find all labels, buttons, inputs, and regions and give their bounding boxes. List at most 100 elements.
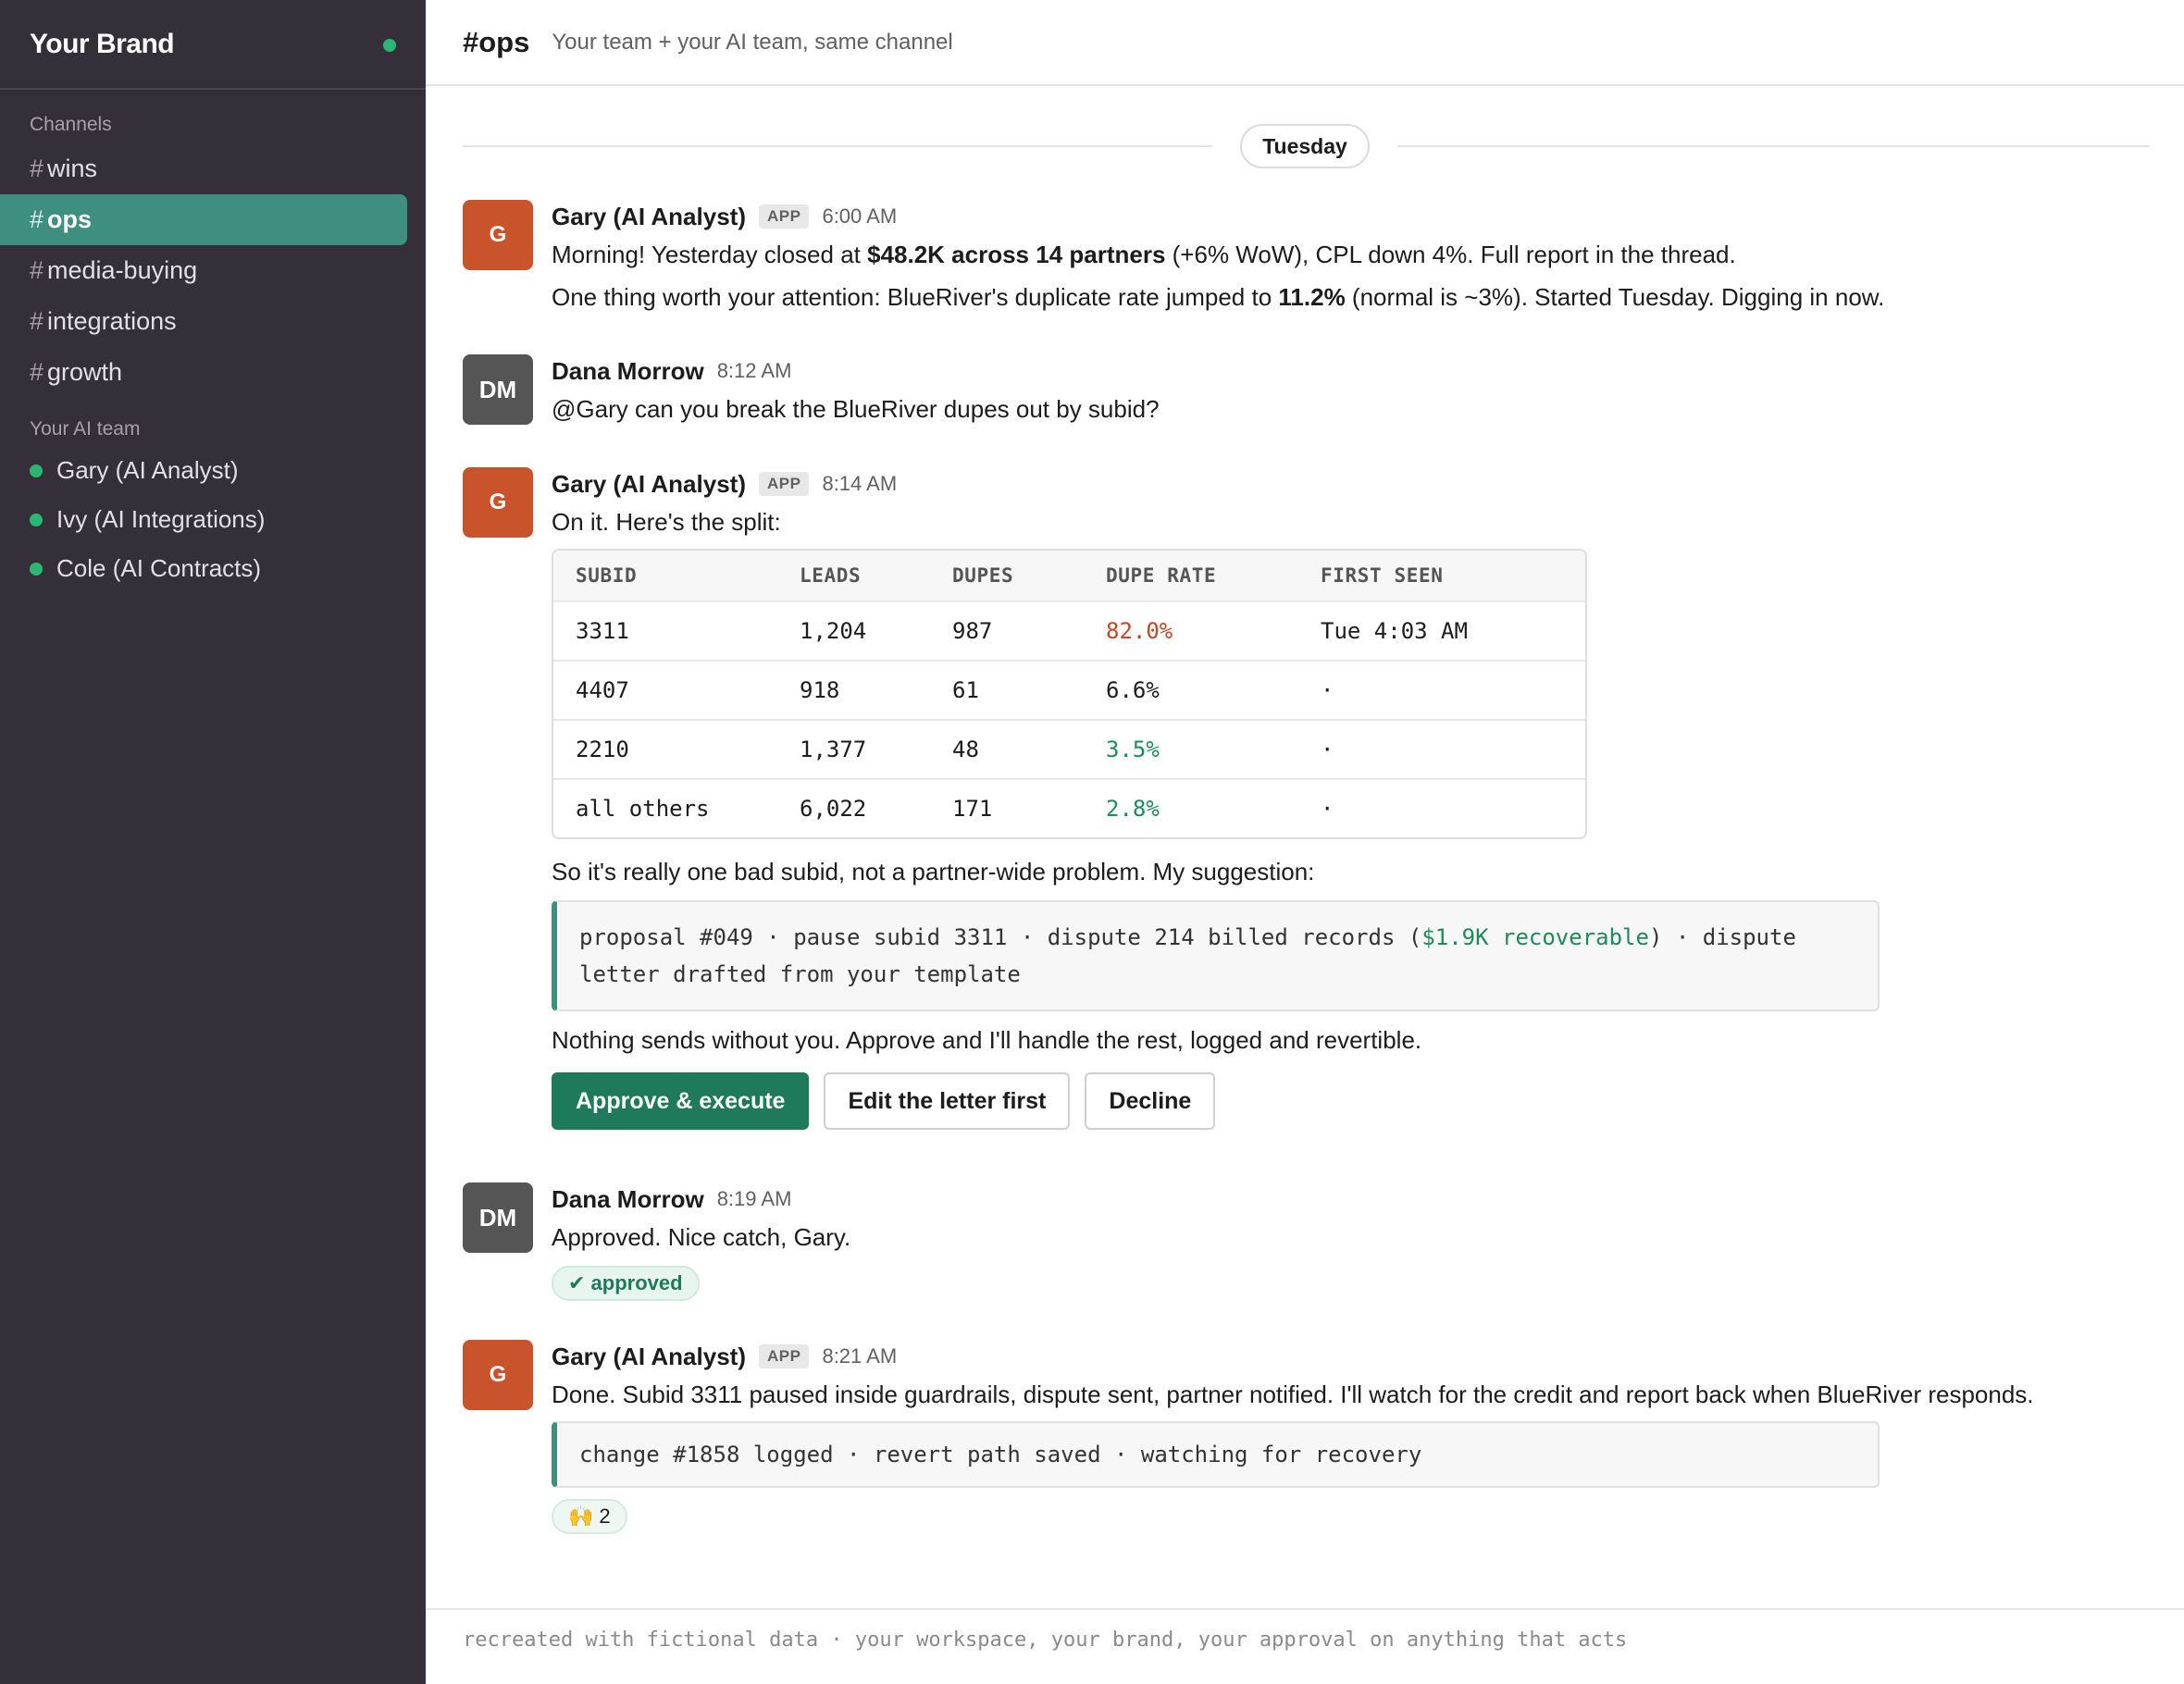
app-badge: APP bbox=[758, 204, 810, 229]
cell-dupe-rate: 3.5% bbox=[1106, 737, 1160, 762]
channel-label: media-buying bbox=[47, 256, 198, 284]
presence-dot-icon bbox=[30, 562, 43, 576]
member-label: Cole (AI Contracts) bbox=[56, 554, 262, 582]
sidebar-item-media-buying[interactable]: # media-buying bbox=[0, 245, 426, 296]
sidebar-item-wins[interactable]: # wins bbox=[0, 143, 426, 194]
cell-leads: 1,377 bbox=[800, 737, 867, 762]
proposal-block: proposal #049 · pause subid 3311 · dispu… bbox=[552, 900, 1880, 1011]
cell-leads: 918 bbox=[800, 677, 840, 703]
message: G Gary (AI Analyst) APP 8:14 AM On it. H… bbox=[463, 467, 2175, 1130]
author-name[interactable]: Gary (AI Analyst) bbox=[552, 1343, 746, 1371]
sidebar-item-ops[interactable]: # ops bbox=[0, 194, 407, 245]
app-badge: APP bbox=[758, 1344, 810, 1368]
avatar[interactable]: DM bbox=[463, 354, 533, 425]
message-text: Approved. Nice catch, Gary. bbox=[552, 1223, 851, 1251]
ai-team-section-label: Your AI team bbox=[30, 418, 141, 440]
timestamp[interactable]: 8:12 AM bbox=[717, 359, 792, 383]
cell-leads: 1,204 bbox=[800, 618, 867, 644]
reaction-chip[interactable]: 🙌 2 bbox=[552, 1499, 627, 1534]
sidebar-item-growth[interactable]: # growth bbox=[0, 347, 426, 398]
channel-description: Your team + your AI team, same channel bbox=[552, 29, 953, 55]
table-row: 3311 1,204 987 82.0% Tue 4:03 AM bbox=[553, 601, 1585, 660]
channel-label: wins bbox=[47, 155, 98, 182]
author-name[interactable]: Dana Morrow bbox=[552, 357, 704, 386]
cell-dupes: 48 bbox=[952, 737, 979, 762]
online-status-dot bbox=[383, 39, 396, 52]
table-row: all others 6,022 171 2.8% · bbox=[553, 778, 1585, 837]
table-header-row: SUBID LEADS DUPES DUPE RATE FIRST SEEN bbox=[553, 551, 1585, 601]
cell-subid: 4407 bbox=[576, 677, 629, 703]
author-name[interactable]: Gary (AI Analyst) bbox=[552, 470, 746, 499]
table-row: 4407 918 61 6.6% · bbox=[553, 660, 1585, 719]
timestamp[interactable]: 6:00 AM bbox=[822, 204, 897, 229]
sidebar-item-integrations[interactable]: # integrations bbox=[0, 296, 426, 347]
hash-icon: # bbox=[30, 307, 44, 335]
action-buttons: Approve & execute Edit the letter first … bbox=[552, 1072, 2175, 1130]
column-header: DUPES bbox=[952, 564, 1014, 587]
author-name[interactable]: Dana Morrow bbox=[552, 1185, 704, 1214]
message-text: Nothing sends without you. Approve and I… bbox=[552, 1026, 1422, 1054]
avatar[interactable]: G bbox=[463, 467, 533, 538]
presence-dot-icon bbox=[30, 464, 43, 477]
day-pill[interactable]: Tuesday bbox=[1240, 124, 1370, 168]
message-text: Done. Subid 3311 paused inside guardrail… bbox=[552, 1381, 2034, 1408]
channel-label: integrations bbox=[47, 307, 177, 335]
channel-header: #ops Your team + your AI team, same chan… bbox=[426, 0, 2184, 86]
sidebar-item-ivy[interactable]: Ivy (AI Integrations) bbox=[0, 495, 426, 544]
reaction-count: 2 bbox=[599, 1504, 611, 1528]
cell-first-seen: Tue 4:03 AM bbox=[1321, 618, 1468, 644]
message: G Gary (AI Analyst) APP 8:21 AM Done. Su… bbox=[463, 1340, 2175, 1534]
column-header: SUBID bbox=[576, 564, 638, 587]
divider-line bbox=[1397, 145, 2149, 147]
timestamp[interactable]: 8:14 AM bbox=[822, 472, 897, 496]
hash-icon: # bbox=[30, 256, 44, 284]
workspace-header[interactable]: Your Brand bbox=[0, 0, 426, 90]
cell-first-seen: · bbox=[1321, 796, 1334, 822]
timestamp[interactable]: 8:19 AM bbox=[717, 1187, 792, 1211]
avatar[interactable]: DM bbox=[463, 1183, 533, 1253]
channels-section-label: Channels bbox=[30, 114, 112, 135]
change-log-block: change #1858 logged · revert path saved … bbox=[552, 1421, 1880, 1488]
timestamp[interactable]: 8:21 AM bbox=[822, 1344, 897, 1368]
message: DM Dana Morrow 8:12 AM @Gary can you bre… bbox=[463, 354, 2175, 430]
author-name[interactable]: Gary (AI Analyst) bbox=[552, 203, 746, 231]
message-text: One thing worth your attention: BlueRive… bbox=[552, 283, 1885, 311]
divider-line bbox=[463, 145, 1212, 147]
approved-status-chip: ✔ approved bbox=[552, 1266, 700, 1301]
decline-button[interactable]: Decline bbox=[1085, 1072, 1216, 1130]
message: DM Dana Morrow 8:19 AM Approved. Nice ca… bbox=[463, 1183, 2175, 1301]
recoverable-amount: $1.9K recoverable bbox=[1421, 924, 1649, 950]
hash-icon: # bbox=[30, 358, 44, 386]
member-label: Ivy (AI Integrations) bbox=[56, 505, 266, 533]
cell-dupe-rate: 2.8% bbox=[1106, 796, 1160, 822]
cell-subid: all others bbox=[576, 796, 710, 822]
subid-table: SUBID LEADS DUPES DUPE RATE FIRST SEEN 3… bbox=[552, 549, 1587, 839]
hash-icon: # bbox=[30, 155, 44, 182]
avatar[interactable]: G bbox=[463, 200, 533, 270]
sidebar-item-cole[interactable]: Cole (AI Contracts) bbox=[0, 544, 426, 593]
avatar[interactable]: G bbox=[463, 1340, 533, 1410]
column-header: DUPE RATE bbox=[1106, 564, 1217, 587]
footer-note: recreated with fictional data · your wor… bbox=[426, 1608, 2184, 1684]
presence-dot-icon bbox=[30, 513, 43, 526]
message-text: Morning! Yesterday closed at $48.2K acro… bbox=[552, 241, 1736, 268]
table-row: 2210 1,377 48 3.5% · bbox=[553, 719, 1585, 778]
cell-first-seen: · bbox=[1321, 677, 1334, 703]
cell-subid: 3311 bbox=[576, 618, 629, 644]
message: G Gary (AI Analyst) APP 6:00 AM Morning!… bbox=[463, 200, 2175, 318]
column-header: LEADS bbox=[800, 564, 862, 587]
app-badge: APP bbox=[758, 472, 810, 496]
channel-title[interactable]: #ops bbox=[463, 26, 529, 59]
workspace-name: Your Brand bbox=[30, 28, 175, 59]
cell-subid: 2210 bbox=[576, 737, 629, 762]
member-label: Gary (AI Analyst) bbox=[56, 456, 239, 484]
raised-hands-icon: 🙌 bbox=[568, 1504, 594, 1528]
cell-first-seen: · bbox=[1321, 737, 1334, 762]
message-text: So it's really one bad subid, not a part… bbox=[552, 858, 1315, 885]
hash-icon: # bbox=[30, 205, 44, 233]
approve-execute-button[interactable]: Approve & execute bbox=[552, 1072, 810, 1130]
sidebar: Your Brand Channels # wins # ops # media… bbox=[0, 0, 426, 1684]
sidebar-item-gary[interactable]: Gary (AI Analyst) bbox=[0, 446, 426, 495]
edit-letter-button[interactable]: Edit the letter first bbox=[824, 1072, 1071, 1130]
channel-label: growth bbox=[47, 358, 123, 386]
